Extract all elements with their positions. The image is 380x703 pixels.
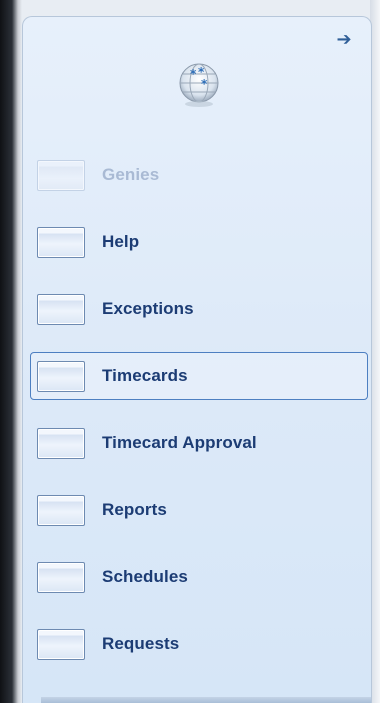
menu-item-timecards[interactable]: Timecards — [30, 352, 368, 400]
menu-item-label: Requests — [102, 634, 180, 653]
menu-item-label: Timecard Approval — [102, 433, 257, 452]
main-menu: Genies Help Exceptions Timecards Timecar… — [30, 152, 368, 688]
menu-item-label: Genies — [102, 165, 160, 184]
reports-tile-icon — [37, 494, 85, 526]
svg-text:*: * — [190, 67, 197, 81]
menu-item-label: Reports — [102, 500, 167, 519]
timecard-approval-tile-icon — [37, 427, 85, 459]
collapse-arrow-icon[interactable]: ➔ — [333, 31, 355, 49]
timecards-tile-icon — [37, 360, 85, 392]
menu-item-label: Help — [102, 232, 140, 251]
globe-logo-icon: * * * — [179, 63, 219, 107]
menu-item-label: Schedules — [102, 567, 188, 586]
navigation-panel: ➔ * * * Genies Help Exceptions Timecards… — [22, 16, 372, 703]
help-tile-icon — [37, 226, 85, 258]
menu-item-label: Timecards — [102, 366, 188, 385]
menu-item-requests[interactable]: Requests — [31, 621, 367, 667]
svg-text:*: * — [201, 77, 208, 91]
panel-bottom-edge — [41, 697, 371, 703]
menu-item-schedules[interactable]: Schedules — [31, 554, 367, 600]
menu-item-help[interactable]: Help — [31, 219, 367, 265]
menu-item-exceptions[interactable]: Exceptions — [31, 286, 367, 332]
genies-tile-icon — [37, 159, 85, 191]
menu-item-reports[interactable]: Reports — [31, 487, 367, 533]
menu-item-timecard-approval[interactable]: Timecard Approval — [31, 420, 367, 466]
schedules-tile-icon — [37, 561, 85, 593]
exceptions-tile-icon — [37, 293, 85, 325]
menu-item-label: Exceptions — [102, 299, 194, 318]
requests-tile-icon — [37, 628, 85, 660]
menu-item-genies[interactable]: Genies — [31, 152, 367, 198]
